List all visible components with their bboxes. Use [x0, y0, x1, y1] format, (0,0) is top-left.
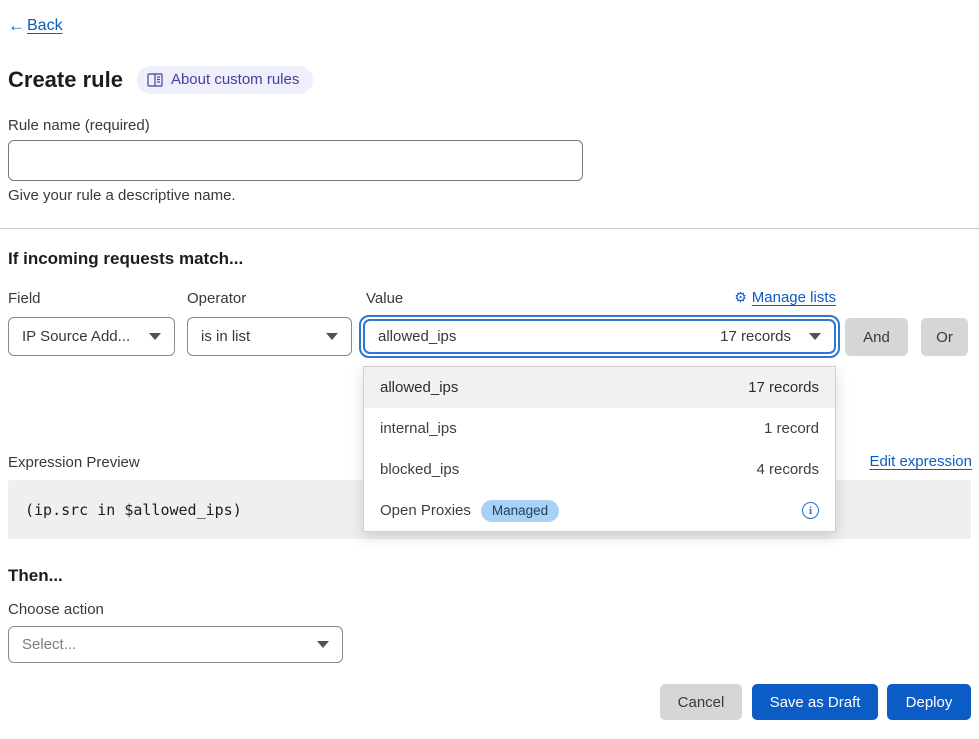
rule-name-input[interactable]: [8, 140, 583, 181]
expression-preview-label: Expression Preview: [8, 454, 140, 471]
chevron-down-icon: [326, 333, 338, 340]
chevron-down-icon: [317, 641, 329, 648]
list-item-meta: 4 records: [756, 461, 819, 478]
value-dropdown-list: allowed_ips 17 records internal_ips 1 re…: [363, 366, 836, 532]
section-divider: [0, 228, 979, 229]
rule-name-label: Rule name (required): [8, 117, 150, 134]
and-button[interactable]: And: [845, 318, 908, 356]
list-item-name: allowed_ips: [380, 379, 458, 396]
list-item-internal-ips[interactable]: internal_ips 1 record: [364, 408, 835, 449]
title-row: Create rule About custom rules: [8, 66, 313, 94]
list-item-left: Open Proxies Managed: [380, 500, 559, 522]
action-select-placeholder: Select...: [22, 636, 76, 653]
create-rule-page: ← Back Create rule About custom rules Ru…: [0, 0, 979, 739]
operator-column-label: Operator: [187, 290, 246, 307]
managed-badge: Managed: [481, 500, 559, 522]
value-select-meta: 17 records: [720, 328, 791, 345]
list-item-meta: 17 records: [748, 379, 819, 396]
field-column-label: Field: [8, 290, 41, 307]
rule-name-helper: Give your rule a descriptive name.: [8, 187, 236, 204]
page-title: Create rule: [8, 67, 123, 93]
operator-select-value: is in list: [201, 328, 250, 345]
value-select-inner: allowed_ips 17 records: [363, 319, 836, 354]
book-icon: [147, 73, 163, 87]
cancel-button[interactable]: Cancel: [660, 684, 742, 720]
gear-icon: ⚙: [734, 289, 747, 306]
operator-select[interactable]: is in list: [187, 317, 352, 356]
match-section-heading: If incoming requests match...: [8, 249, 243, 269]
back-link[interactable]: ← Back: [8, 16, 63, 36]
list-item-name: blocked_ips: [380, 461, 459, 478]
chevron-down-icon: [809, 333, 821, 340]
back-arrow-icon: ←: [8, 16, 25, 36]
value-column-label: Value: [366, 290, 403, 307]
then-section-heading: Then...: [8, 566, 63, 586]
value-select-value: allowed_ips: [378, 328, 456, 345]
list-item-allowed-ips[interactable]: allowed_ips 17 records: [364, 367, 835, 408]
list-item-blocked-ips[interactable]: blocked_ips 4 records: [364, 449, 835, 490]
manage-lists-link[interactable]: ⚙ Manage lists: [734, 289, 836, 306]
choose-action-label: Choose action: [8, 601, 104, 618]
save-as-draft-button[interactable]: Save as Draft: [752, 684, 878, 720]
back-label: Back: [27, 17, 63, 35]
or-button[interactable]: Or: [921, 318, 968, 356]
expression-code: (ip.src in $allowed_ips): [25, 501, 242, 519]
edit-expression-link[interactable]: Edit expression: [869, 453, 972, 470]
value-select-right: 17 records: [720, 328, 821, 345]
list-item-name: internal_ips: [380, 420, 457, 437]
field-select[interactable]: IP Source Add...: [8, 317, 175, 356]
value-select[interactable]: allowed_ips 17 records: [359, 315, 840, 358]
chevron-down-icon: [149, 333, 161, 340]
list-item-name: Open Proxies: [380, 502, 471, 519]
deploy-button[interactable]: Deploy: [887, 684, 971, 720]
about-badge-label: About custom rules: [171, 71, 299, 88]
list-item-meta: 1 record: [764, 420, 819, 437]
about-custom-rules-link[interactable]: About custom rules: [137, 66, 313, 94]
action-select[interactable]: Select...: [8, 626, 343, 663]
manage-lists-label: Manage lists: [752, 289, 836, 306]
info-icon[interactable]: i: [802, 502, 819, 519]
field-select-value: IP Source Add...: [22, 328, 130, 345]
list-item-open-proxies[interactable]: Open Proxies Managed i: [364, 490, 835, 531]
